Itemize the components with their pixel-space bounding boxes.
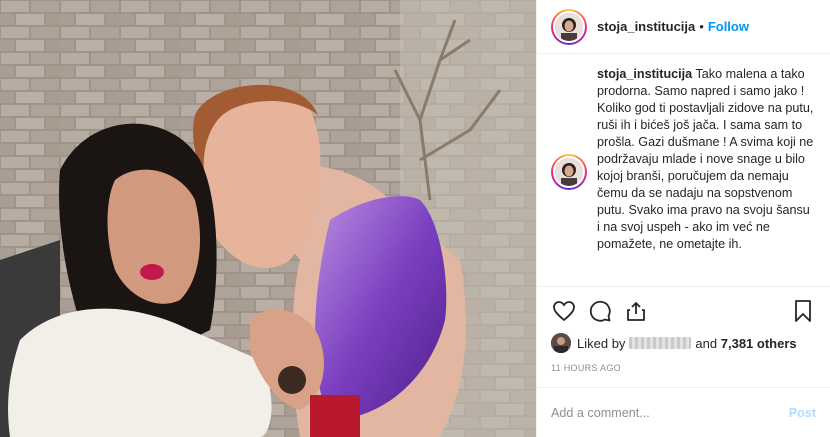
- header-separator: •: [699, 19, 704, 34]
- post-timestamp[interactable]: 11 HOURS AGO: [551, 363, 816, 373]
- liker-username-redacted[interactable]: [629, 337, 692, 349]
- caption-text: Tako malena a tako prodorna. Samo napred…: [597, 67, 814, 251]
- follow-button[interactable]: Follow: [708, 19, 749, 34]
- share-icon[interactable]: [623, 298, 649, 324]
- bookmark-icon[interactable]: [790, 298, 816, 324]
- comment-icon[interactable]: [587, 298, 613, 324]
- avatar: [553, 10, 585, 43]
- caption-text-block: stoja_institucija Tako malena a tako pro…: [597, 66, 816, 286]
- header-username[interactable]: stoja_institucija: [597, 19, 695, 34]
- likes-conjunction: and: [695, 335, 718, 351]
- liker-avatar[interactable]: [551, 333, 571, 353]
- likes-count[interactable]: 7,381 others: [721, 336, 797, 351]
- story-ring[interactable]: [551, 8, 587, 45]
- caption-story-ring[interactable]: [551, 154, 587, 190]
- caption-area: stoja_institucija Tako malena a tako pro…: [537, 54, 830, 286]
- heart-icon[interactable]: [551, 298, 577, 324]
- likes-prefix: Liked by: [577, 335, 626, 351]
- post-photo[interactable]: [0, 0, 536, 437]
- caption-avatar: [553, 156, 585, 188]
- instagram-post: stoja_institucija • Follow stoja_institu…: [0, 0, 830, 437]
- post-sidebar: stoja_institucija • Follow stoja_institu…: [536, 0, 830, 437]
- photo-illustration: [0, 0, 536, 437]
- comment-form: Post: [537, 387, 830, 437]
- caption-username[interactable]: stoja_institucija: [597, 67, 692, 81]
- action-section: Liked by and 7,381 others 11 HOURS AGO: [537, 286, 830, 373]
- post-header: stoja_institucija • Follow: [537, 0, 830, 54]
- action-bar: [551, 295, 816, 327]
- comment-input[interactable]: [551, 405, 789, 420]
- likes-summary: Liked by and 7,381 others: [551, 333, 816, 353]
- post-comment-button[interactable]: Post: [789, 406, 816, 420]
